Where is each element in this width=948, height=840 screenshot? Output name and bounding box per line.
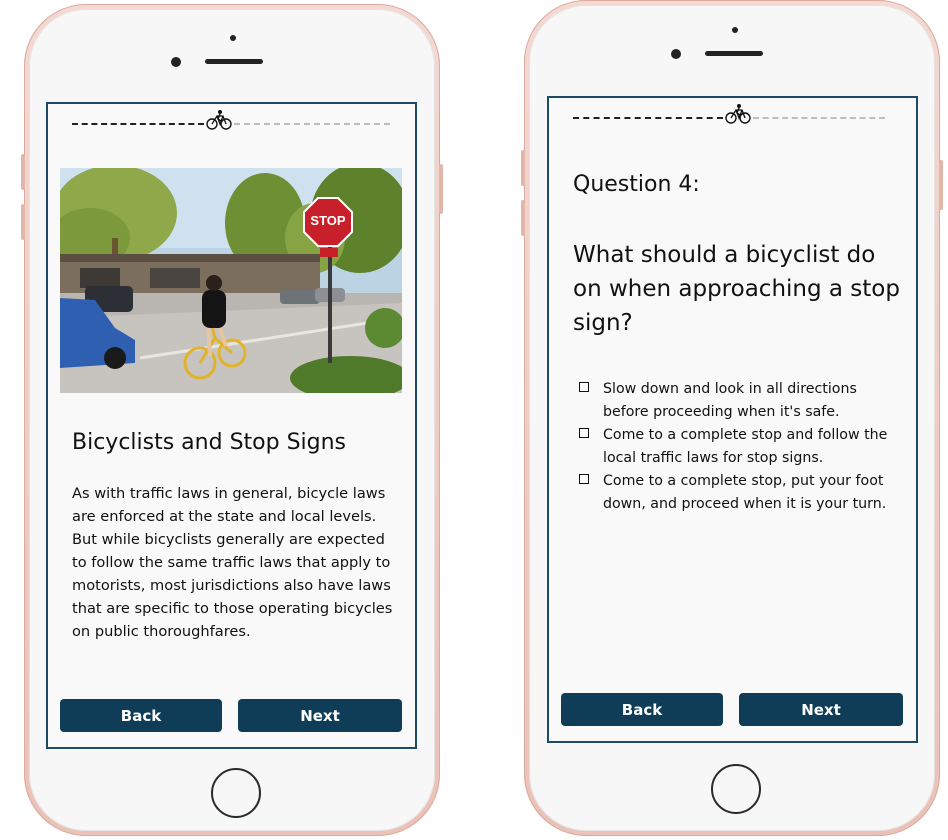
phone-left: STOP Bicyclists and Stop Signs As with t… (21, 4, 443, 836)
home-button[interactable] (211, 768, 261, 818)
bicyclist-at-stop-sign-photo: STOP (60, 168, 402, 393)
power-button (439, 164, 443, 214)
front-camera (671, 49, 681, 59)
progress-complete (573, 117, 723, 119)
lesson-title: Bicyclists and Stop Signs (72, 430, 347, 455)
lesson-screen: STOP Bicyclists and Stop Signs As with t… (46, 102, 417, 749)
checkbox[interactable] (579, 382, 589, 392)
quiz-screen: Question 4: What should a bicyclist do o… (547, 96, 918, 743)
front-camera (171, 57, 181, 67)
checkbox[interactable] (579, 474, 589, 484)
phone-right: Question 4: What should a bicyclist do o… (521, 0, 943, 836)
volume-button (21, 154, 25, 190)
next-button[interactable]: Next (238, 699, 402, 732)
next-button[interactable]: Next (739, 693, 903, 726)
quiz-progress (573, 103, 893, 127)
bicycle-icon (725, 104, 751, 124)
lesson-body: As with traffic laws in general, bicycle… (72, 485, 393, 640)
lesson-progress (72, 109, 392, 133)
progress-complete (72, 123, 204, 125)
progress-remaining (234, 123, 390, 125)
home-button[interactable] (711, 764, 761, 814)
answer-option-label: Slow down and look in all directions bef… (603, 381, 857, 420)
phone-face: STOP Bicyclists and Stop Signs As with t… (29, 9, 435, 831)
back-button[interactable]: Back (561, 693, 723, 726)
answer-option-label: Come to a complete stop, put your foot d… (603, 473, 887, 512)
proximity-sensor (230, 35, 236, 41)
answer-option[interactable]: Come to a complete stop and follow the l… (579, 424, 899, 470)
earpiece-speaker (205, 59, 263, 64)
phone-face: Question 4: What should a bicyclist do o… (529, 5, 935, 831)
volume-button (21, 204, 25, 240)
answer-option-label: Come to a complete stop and follow the l… (603, 427, 888, 466)
answer-options: Slow down and look in all directions bef… (579, 378, 899, 516)
power-button (939, 160, 943, 210)
checkbox[interactable] (579, 428, 589, 438)
progress-remaining (753, 117, 885, 119)
stop-sign-text: STOP (310, 213, 346, 228)
volume-button (521, 150, 525, 186)
proximity-sensor (732, 27, 738, 33)
question-text: What should a bicyclist do on when appro… (573, 242, 900, 336)
question-number: Question 4: (573, 172, 700, 197)
volume-button (521, 200, 525, 236)
back-button[interactable]: Back (60, 699, 222, 732)
bicycle-icon (206, 110, 232, 130)
earpiece-speaker (705, 51, 763, 56)
answer-option[interactable]: Slow down and look in all directions bef… (579, 378, 899, 424)
answer-option[interactable]: Come to a complete stop, put your foot d… (579, 470, 899, 516)
